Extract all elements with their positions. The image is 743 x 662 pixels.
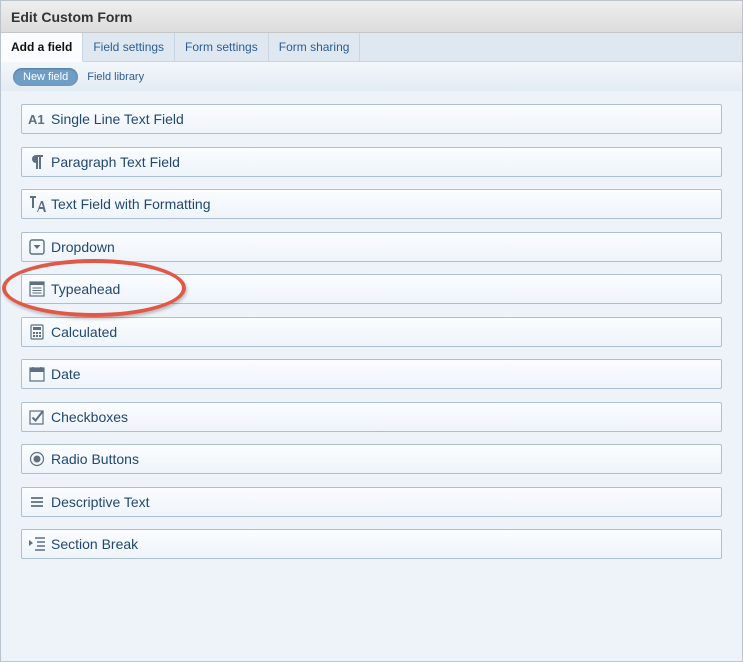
field-section-break[interactable]: Section Break [21, 529, 722, 559]
field-dropdown[interactable]: Dropdown [21, 231, 722, 262]
field-checkboxes[interactable]: Checkboxes [21, 401, 722, 432]
calculator-icon [28, 323, 46, 341]
field-label: Descriptive Text [51, 493, 150, 510]
tab-bar: Add a field Field settings Form settings… [1, 33, 742, 62]
field-label: Text Field with Formatting [51, 196, 211, 212]
tab-form-sharing[interactable]: Form sharing [269, 33, 361, 61]
field-type-list: A1 Single Line Text Field Paragraph Text… [21, 104, 722, 572]
field-list-area: A1 Single Line Text Field Paragraph Text… [1, 91, 742, 661]
field-label: Typeahead [51, 281, 121, 297]
pilcrow-icon [28, 153, 46, 171]
field-label: Dropdown [51, 238, 115, 255]
field-paragraph-text[interactable]: Paragraph Text Field [21, 146, 722, 177]
dropdown-icon [28, 238, 46, 256]
lines-icon [28, 493, 46, 511]
tab-form-settings[interactable]: Form settings [175, 33, 269, 61]
a1-text-icon: A1 [28, 110, 46, 128]
checkbox-icon [28, 408, 46, 426]
new-field-button[interactable]: New field [13, 67, 79, 86]
field-date[interactable]: Date [21, 359, 722, 389]
field-label: Paragraph Text Field [51, 153, 180, 170]
tab-field-settings[interactable]: Field settings [83, 33, 176, 61]
tab-add-a-field[interactable]: Add a field [1, 33, 84, 62]
field-label: Single Line Text Field [51, 111, 184, 127]
field-calculated[interactable]: Calculated [21, 316, 722, 347]
field-label: Checkboxes [51, 408, 129, 425]
field-single-line-text[interactable]: A1 Single Line Text Field [21, 104, 722, 134]
field-label: Radio Buttons [51, 451, 139, 467]
calendar-icon [28, 365, 46, 383]
field-library-link[interactable]: Field library [87, 71, 144, 83]
window-title: Edit Custom Form [11, 8, 133, 25]
formatting-icon [28, 195, 46, 213]
title-bar: Edit Custom Form [1, 1, 742, 33]
field-label: Calculated [51, 323, 118, 340]
radio-icon [28, 450, 46, 468]
edit-form-panel: Edit Custom Form Add a field Field setti… [0, 0, 743, 662]
field-label: Date [51, 366, 81, 382]
field-descriptive-text[interactable]: Descriptive Text [21, 486, 722, 517]
section-break-icon [28, 535, 46, 553]
field-radio-buttons[interactable]: Radio Buttons [21, 444, 722, 474]
field-text-with-formatting[interactable]: Text Field with Formatting [21, 189, 722, 219]
field-typeahead[interactable]: Typeahead [21, 274, 722, 304]
sub-navigation: New field Field library [1, 62, 742, 92]
field-label: Section Break [51, 536, 139, 552]
typeahead-icon [28, 280, 46, 298]
svg-text:A1: A1 [28, 112, 45, 126]
